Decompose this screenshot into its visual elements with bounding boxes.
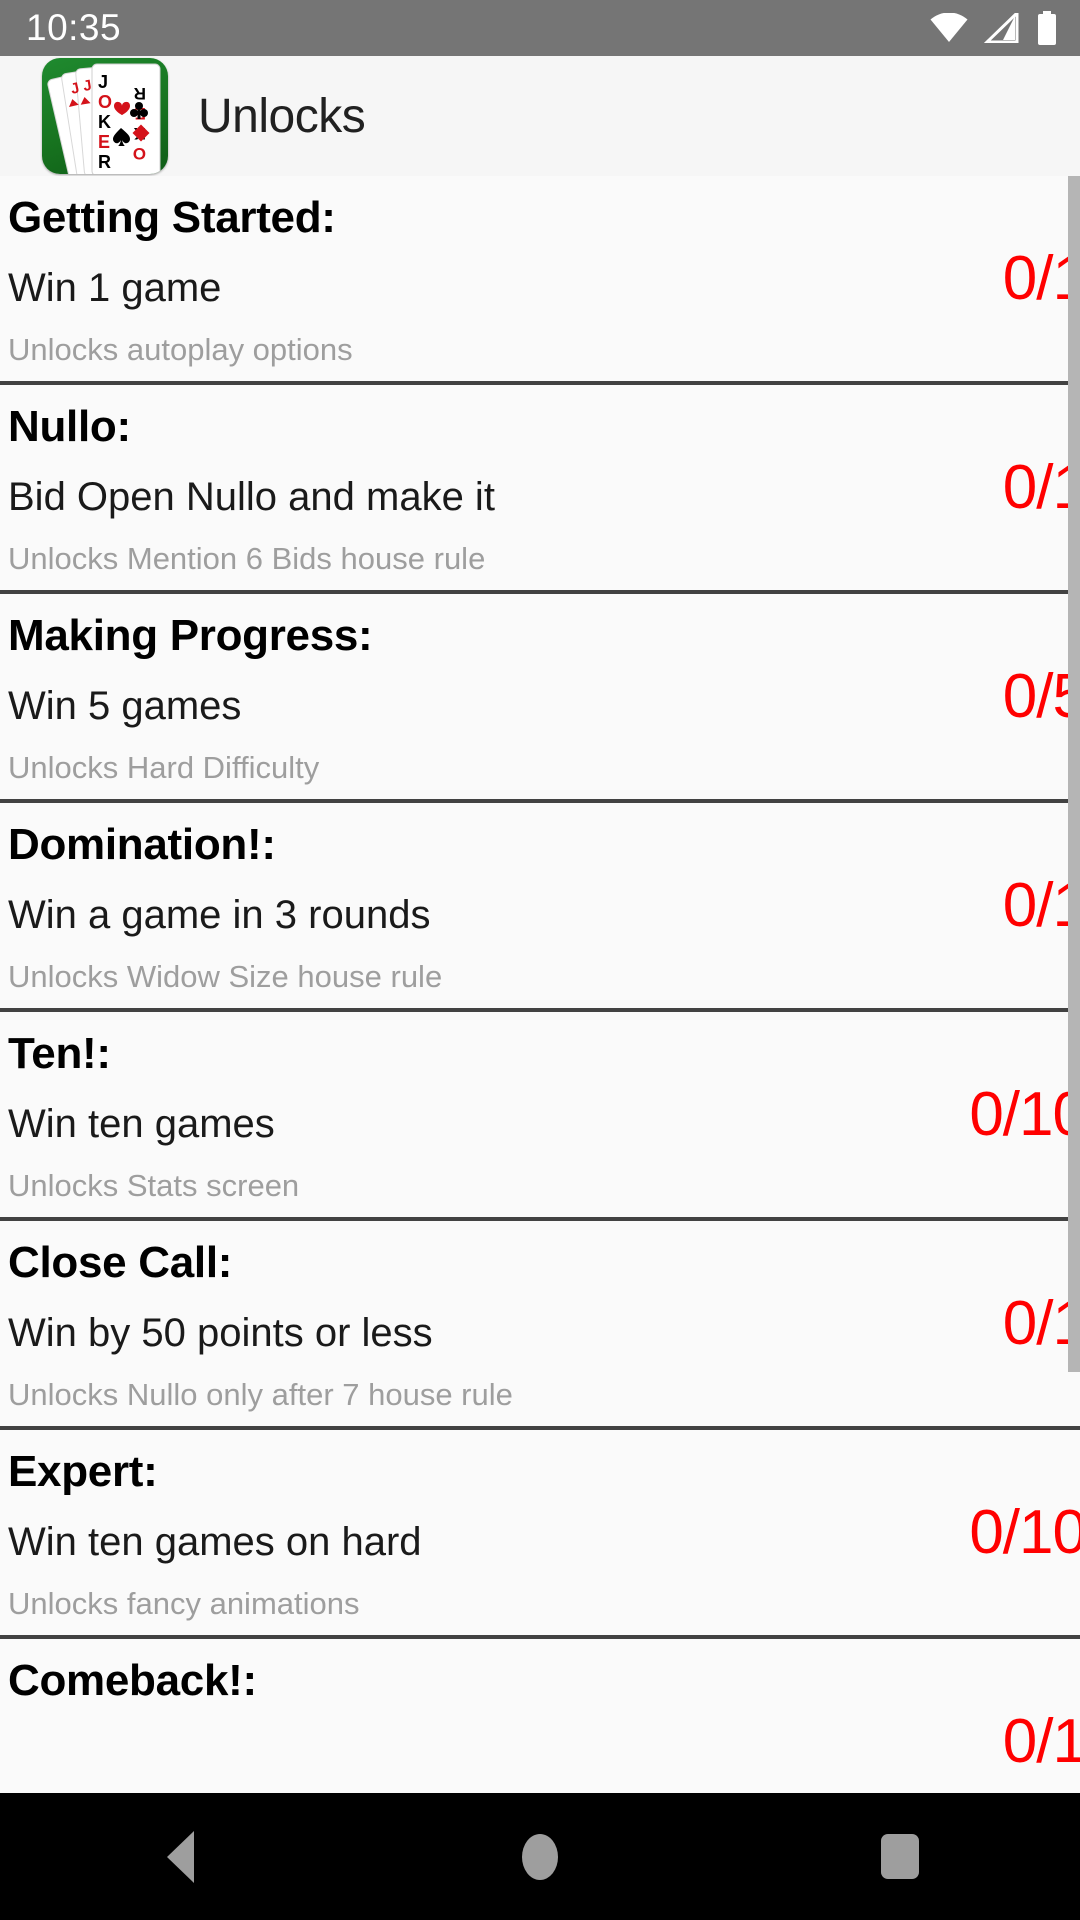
unlock-title: Expert: bbox=[8, 1447, 158, 1496]
status-clock: 10:35 bbox=[26, 7, 122, 48]
list-item-text: Close Call: Win by 50 points or less Unl… bbox=[8, 1221, 900, 1412]
unlock-title: Comeback!: bbox=[8, 1656, 257, 1705]
list-item-text: Getting Started: Win 1 game Unlocks auto… bbox=[8, 176, 900, 367]
svg-text:O: O bbox=[133, 144, 146, 163]
page-title: Unlocks bbox=[198, 89, 366, 143]
unlock-reward: Unlocks Stats screen bbox=[8, 1168, 300, 1203]
back-button[interactable] bbox=[80, 1793, 280, 1920]
unlock-reward bbox=[8, 1731, 900, 1757]
phone-screen: 10:35 J J J O K E R R O Unlocks Getting … bbox=[0, 0, 1080, 1920]
list-item-text: Domination!: Win a game in 3 rounds Unlo… bbox=[8, 803, 900, 994]
triangle-back-icon bbox=[166, 1830, 194, 1883]
list-item[interactable]: Making Progress: Win 5 games Unlocks Har… bbox=[0, 594, 1080, 803]
unlock-reward: Unlocks Mention 6 Bids house rule bbox=[8, 541, 486, 576]
unlock-goal bbox=[8, 1703, 900, 1731]
unlock-goal: Win by 50 points or less bbox=[8, 1311, 433, 1355]
unlock-reward: Unlocks Hard Difficulty bbox=[8, 750, 320, 785]
list-item[interactable]: Nullo: Bid Open Nullo and make it Unlock… bbox=[0, 385, 1080, 594]
unlock-title: Domination!: bbox=[8, 820, 276, 869]
svg-text:E: E bbox=[98, 132, 110, 152]
list-item-text: Ten!: Win ten games Unlocks Stats screen bbox=[8, 1012, 900, 1203]
recents-button[interactable] bbox=[800, 1793, 1000, 1920]
status-bar: 10:35 bbox=[0, 0, 1080, 56]
battery-icon bbox=[1036, 11, 1058, 45]
unlock-title: Getting Started: bbox=[8, 193, 336, 242]
svg-text:R: R bbox=[98, 152, 111, 172]
list-item-text: Nullo: Bid Open Nullo and make it Unlock… bbox=[8, 385, 900, 576]
circle-home-icon bbox=[522, 1833, 558, 1880]
unlock-goal: Bid Open Nullo and make it bbox=[8, 475, 495, 519]
unlock-goal: Win ten games on hard bbox=[8, 1520, 422, 1564]
list-item-text: Comeback!: bbox=[8, 1639, 900, 1757]
unlock-progress: 0/10 bbox=[969, 1079, 1080, 1149]
scrollbar[interactable] bbox=[1068, 176, 1080, 1793]
system-navigation-bar bbox=[0, 1793, 1080, 1920]
list-item[interactable]: Comeback!: 0/1 bbox=[0, 1639, 1080, 1793]
unlock-goal: Win ten games bbox=[8, 1102, 275, 1146]
svg-text:J: J bbox=[98, 72, 108, 92]
unlock-goal: Win 5 games bbox=[8, 684, 242, 728]
list-item[interactable]: Ten!: Win ten games Unlocks Stats screen… bbox=[0, 1012, 1080, 1221]
wifi-icon bbox=[930, 13, 968, 43]
unlock-progress: 0/10 bbox=[969, 1497, 1080, 1567]
cellular-signal-icon bbox=[984, 13, 1020, 43]
home-button[interactable] bbox=[440, 1793, 640, 1920]
unlock-title: Ten!: bbox=[8, 1029, 111, 1078]
unlock-title: Close Call: bbox=[8, 1238, 233, 1287]
joker-cards-app-icon: J J J J O K E R R E K O bbox=[42, 58, 168, 174]
unlock-goal: Win 1 game bbox=[8, 266, 222, 310]
list-item-text: Making Progress: Win 5 games Unlocks Har… bbox=[8, 594, 900, 785]
list-item[interactable]: Getting Started: Win 1 game Unlocks auto… bbox=[0, 176, 1080, 385]
list-item-text: Expert: Win ten games on hard Unlocks fa… bbox=[8, 1430, 900, 1621]
unlock-reward: Unlocks Widow Size house rule bbox=[8, 959, 443, 994]
list-item[interactable]: Close Call: Win by 50 points or less Unl… bbox=[0, 1221, 1080, 1430]
unlock-reward: Unlocks autoplay options bbox=[8, 332, 353, 367]
svg-text:K: K bbox=[98, 112, 111, 132]
list-item[interactable]: Expert: Win ten games on hard Unlocks fa… bbox=[0, 1430, 1080, 1639]
unlock-reward: Unlocks Nullo only after 7 house rule bbox=[8, 1377, 513, 1412]
svg-text:R: R bbox=[134, 84, 146, 103]
unlock-goal: Win a game in 3 rounds bbox=[8, 893, 431, 937]
status-bar-icons bbox=[930, 0, 1058, 56]
scrollbar-thumb[interactable] bbox=[1068, 176, 1080, 1372]
unlocks-list[interactable]: Getting Started: Win 1 game Unlocks auto… bbox=[0, 176, 1080, 1793]
unlock-title: Nullo: bbox=[8, 402, 131, 451]
list-item[interactable]: Domination!: Win a game in 3 rounds Unlo… bbox=[0, 803, 1080, 1012]
svg-text:O: O bbox=[98, 92, 112, 112]
unlock-title: Making Progress: bbox=[8, 611, 373, 660]
unlock-reward: Unlocks fancy animations bbox=[8, 1586, 360, 1621]
square-recents-icon bbox=[881, 1834, 919, 1879]
app-bar: J J J J O K E R R E K O bbox=[0, 56, 1080, 176]
